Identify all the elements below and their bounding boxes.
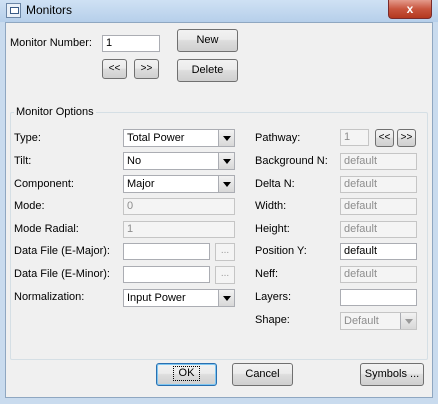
delta-n-label: Delta N: (255, 178, 295, 190)
pathway-input[interactable]: 1 (340, 129, 369, 146)
chevron-down-icon (218, 176, 234, 192)
data-file-major-input[interactable] (123, 243, 210, 260)
neff-input[interactable]: default (340, 266, 417, 283)
neff-label: Neff: (255, 268, 279, 280)
height-label: Height: (255, 223, 290, 235)
ok-button[interactable]: OK (156, 363, 217, 386)
next-monitor-button[interactable]: >> (134, 59, 159, 79)
close-button[interactable]: x (388, 0, 432, 19)
ok-label: OK (172, 366, 201, 381)
mode-input[interactable]: 0 (123, 198, 235, 215)
position-y-label: Position Y: (255, 245, 307, 257)
width-input[interactable]: default (340, 198, 417, 215)
monitor-number-input[interactable]: 1 (102, 35, 160, 52)
delete-button[interactable]: Delete (177, 59, 238, 82)
layers-input[interactable] (340, 289, 417, 306)
data-file-major-label: Data File (E-Major): (14, 245, 110, 257)
shape-label: Shape: (255, 314, 290, 326)
data-file-minor-label: Data File (E-Minor): (14, 268, 110, 280)
background-n-input[interactable]: default (340, 153, 417, 170)
chevron-down-icon (218, 153, 234, 169)
type-value: Total Power (127, 132, 185, 144)
window-icon (6, 3, 21, 18)
window-title: Monitors (26, 3, 73, 17)
pathway-next-button[interactable]: >> (397, 129, 416, 147)
pathway-prev-button[interactable]: << (375, 129, 394, 147)
dialog-body: Monitor Number: 1 New << >> Delete Monit… (5, 22, 433, 398)
chevron-down-icon (218, 130, 234, 146)
component-label: Component: (14, 178, 74, 190)
mode-label: Mode: (14, 200, 45, 212)
prev-monitor-button[interactable]: << (102, 59, 127, 79)
normalization-label: Normalization: (14, 291, 85, 303)
tilt-label: Tilt: (14, 155, 32, 167)
tilt-value: No (127, 155, 142, 167)
title-bar: Monitors x (0, 0, 438, 22)
delta-n-input[interactable]: default (340, 176, 417, 193)
cancel-button[interactable]: Cancel (232, 363, 293, 386)
shape-value: Default (344, 315, 379, 327)
chevron-down-icon (400, 313, 416, 329)
new-button[interactable]: New (177, 29, 238, 52)
data-file-minor-input[interactable] (123, 266, 210, 283)
browse-major-button[interactable]: ... (215, 243, 235, 261)
symbols-button[interactable]: Symbols ... (360, 363, 424, 386)
width-label: Width: (255, 200, 287, 212)
monitor-options-title: Monitor Options (14, 106, 96, 118)
background-n-label: Background N: (255, 155, 328, 167)
monitor-number-label: Monitor Number: (10, 37, 92, 49)
chevron-down-icon (218, 290, 234, 306)
component-value: Major (127, 178, 155, 190)
component-select[interactable]: Major (123, 175, 235, 193)
tilt-select[interactable]: No (123, 152, 235, 170)
shape-select[interactable]: Default (340, 312, 417, 330)
layers-label: Layers: (255, 291, 292, 303)
mode-radial-input[interactable]: 1 (123, 221, 235, 238)
browse-minor-button[interactable]: ... (215, 266, 235, 284)
normalization-value: Input Power (127, 292, 186, 304)
position-y-input[interactable]: default (340, 243, 417, 260)
type-label: Type: (14, 132, 41, 144)
mode-radial-label: Mode Radial: (14, 223, 79, 235)
height-input[interactable]: default (340, 221, 417, 238)
type-select[interactable]: Total Power (123, 129, 235, 147)
normalization-select[interactable]: Input Power (123, 289, 235, 307)
pathway-label: Pathway: (255, 132, 301, 144)
